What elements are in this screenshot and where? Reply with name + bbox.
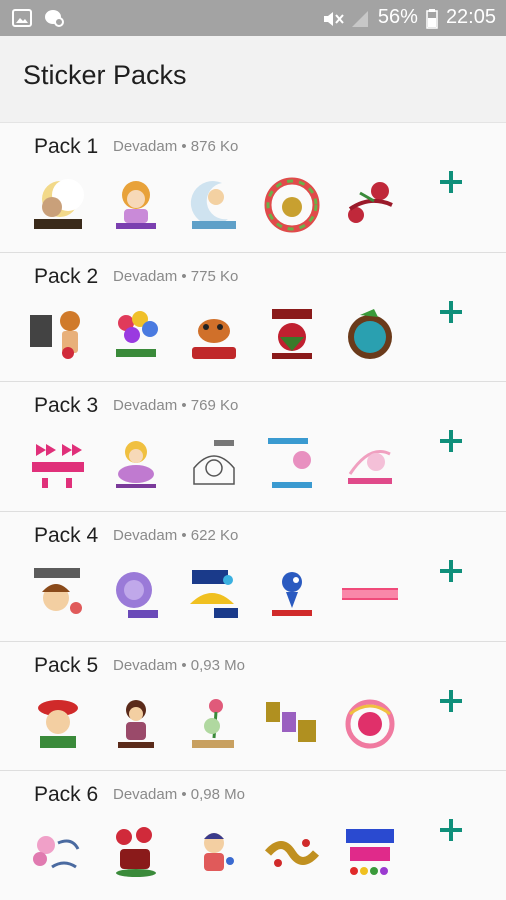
sticker-thumbnail bbox=[184, 823, 244, 883]
add-pack-button[interactable] bbox=[436, 815, 466, 845]
add-pack-button[interactable] bbox=[436, 556, 466, 586]
sticker-thumbnail bbox=[340, 434, 400, 494]
sticker-thumbnail bbox=[184, 305, 244, 365]
sticker-pack-row[interactable]: Pack 4 Devadam • 622 Ko bbox=[0, 511, 506, 641]
sticker-thumbnail bbox=[262, 694, 322, 754]
sticker-thumbnail bbox=[262, 434, 322, 494]
battery-icon bbox=[426, 8, 438, 29]
add-pack-button[interactable] bbox=[436, 426, 466, 456]
pack-meta: Devadam • 876 Ko bbox=[113, 138, 239, 155]
sticker-thumbnail bbox=[28, 564, 88, 624]
pack-meta: Devadam • 769 Ko bbox=[113, 397, 239, 415]
sticker-previews bbox=[28, 694, 400, 754]
sticker-thumbnail bbox=[106, 694, 166, 754]
sticker-pack-row[interactable]: Pack 6 Devadam • 0,98 Mo bbox=[0, 770, 506, 900]
sticker-previews bbox=[28, 175, 400, 235]
sticker-thumbnail bbox=[184, 175, 244, 235]
page-title: Sticker Packs bbox=[23, 60, 187, 90]
pack-name: Pack 2 bbox=[34, 264, 99, 288]
sticker-previews bbox=[28, 823, 400, 883]
pack-meta: Devadam • 0,93 Mo bbox=[113, 656, 245, 674]
sticker-thumbnail bbox=[340, 175, 400, 235]
sticker-thumbnail bbox=[28, 823, 88, 883]
sticker-pack-row[interactable]: Pack 1 Devadam • 876 Ko bbox=[0, 122, 506, 252]
sticker-pack-list: Pack 1 Devadam • 876 Ko Pack 2 Devadam •… bbox=[0, 122, 506, 900]
battery-percent: 56% bbox=[377, 6, 418, 28]
sticker-thumbnail bbox=[262, 823, 322, 883]
sticker-thumbnail bbox=[106, 434, 166, 494]
add-pack-button[interactable] bbox=[436, 686, 466, 716]
sticker-thumbnail bbox=[340, 564, 400, 624]
sticker-thumbnail bbox=[340, 305, 400, 365]
sticker-thumbnail bbox=[106, 823, 166, 883]
clock: 22:05 bbox=[445, 6, 496, 28]
sticker-thumbnail bbox=[28, 694, 88, 754]
pack-name: Pack 6 bbox=[34, 783, 99, 807]
sticker-pack-row[interactable]: Pack 3 Devadam • 769 Ko bbox=[0, 381, 506, 512]
pack-name: Pack 3 bbox=[34, 394, 99, 418]
sticker-thumbnail bbox=[106, 175, 166, 235]
add-pack-button[interactable] bbox=[436, 167, 466, 197]
sticker-thumbnail bbox=[184, 434, 244, 494]
signal-icon bbox=[350, 9, 370, 27]
pack-name: Pack 1 bbox=[34, 135, 99, 158]
pack-name: Pack 4 bbox=[34, 524, 99, 548]
sticker-thumbnail bbox=[184, 564, 244, 624]
sticker-thumbnail bbox=[184, 694, 244, 754]
sticker-thumbnail bbox=[28, 175, 88, 235]
sticker-previews bbox=[28, 564, 400, 624]
app-header: Sticker Packs bbox=[0, 36, 506, 122]
pack-meta: Devadam • 775 Ko bbox=[113, 267, 239, 285]
sticker-previews bbox=[28, 305, 400, 365]
sticker-thumbnail bbox=[28, 434, 88, 494]
pack-name: Pack 5 bbox=[34, 653, 99, 677]
sticker-thumbnail bbox=[106, 305, 166, 365]
sticker-pack-row[interactable]: Pack 5 Devadam • 0,93 Mo bbox=[0, 640, 506, 771]
pack-meta: Devadam • 0,98 Mo bbox=[113, 786, 245, 804]
status-bar: 56% 22:05 bbox=[0, 0, 506, 36]
sticker-thumbnail bbox=[28, 305, 88, 365]
sticker-pack-row[interactable]: Pack 2 Devadam • 775 Ko bbox=[0, 251, 506, 382]
mute-icon bbox=[322, 9, 344, 27]
sticker-thumbnail bbox=[262, 305, 322, 365]
add-pack-button[interactable] bbox=[436, 297, 466, 327]
sticker-thumbnail bbox=[262, 564, 322, 624]
chat-bubble-icon bbox=[44, 9, 64, 27]
pack-meta: Devadam • 622 Ko bbox=[113, 527, 239, 545]
sticker-thumbnail bbox=[262, 175, 322, 235]
gallery-icon bbox=[12, 9, 32, 27]
sticker-thumbnail bbox=[106, 564, 166, 624]
sticker-thumbnail bbox=[340, 694, 400, 754]
sticker-previews bbox=[28, 434, 400, 494]
sticker-thumbnail bbox=[340, 823, 400, 883]
